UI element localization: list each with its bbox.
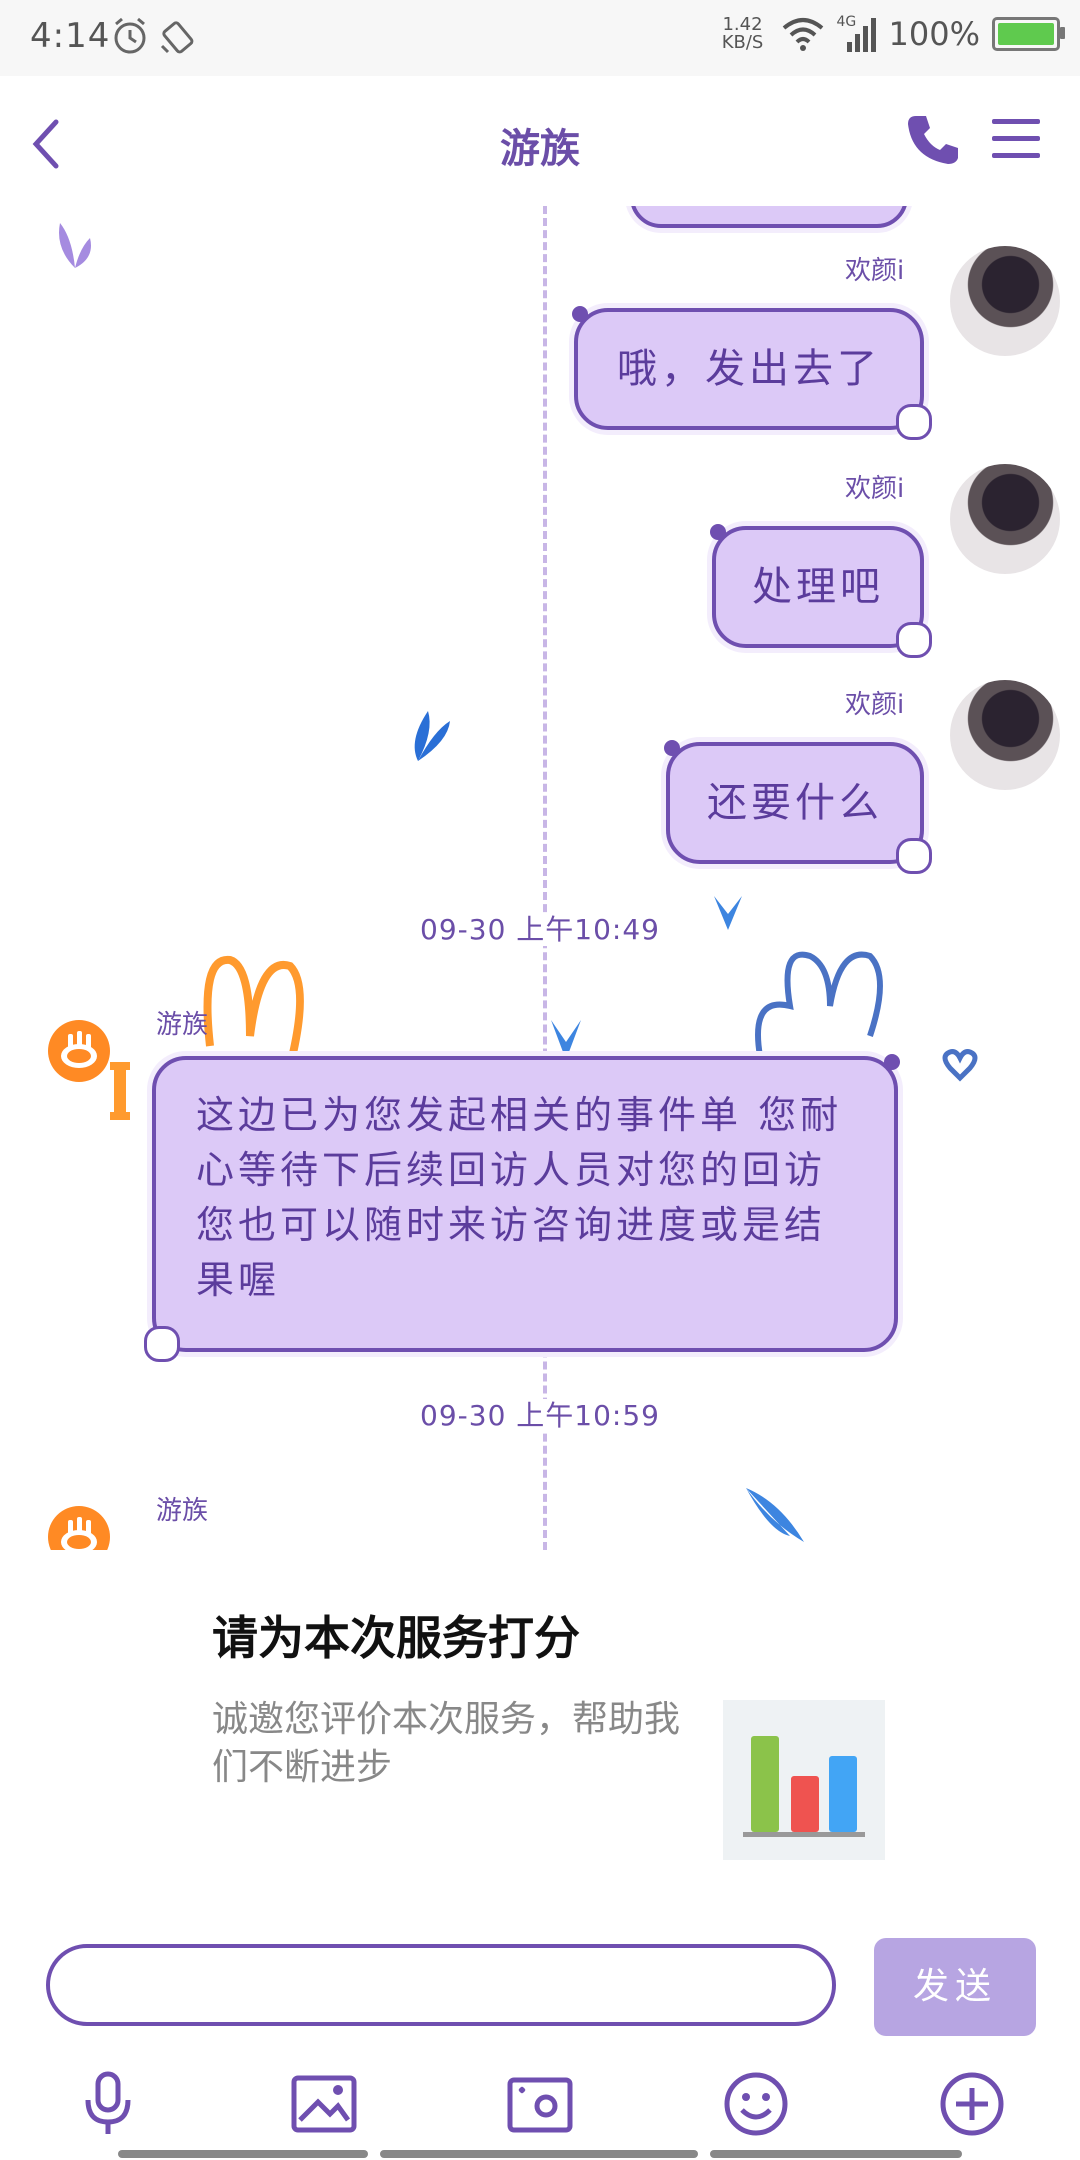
message-text: 哦，发出去了 [617,346,881,392]
net-speed: 1.42 KB/S [717,16,769,52]
wifi-icon [782,18,823,51]
timestamp: 09-30 上午10:49 [0,908,1080,948]
rating-card[interactable]: 请为本次服务打分 诚邀您评价本次服务，帮助我们不断进步 [0,1550,1080,1930]
emoji-icon[interactable] [722,2070,790,2138]
message-text: 还要什么 [707,780,883,826]
battery-icon [992,17,1065,51]
rating-title: 请为本次服务打分 [212,1611,580,1665]
status-time: 4:14 [30,16,111,56]
phone-icon[interactable] [904,110,962,168]
add-icon[interactable] [938,2070,1006,2138]
chat-area[interactable]: 欢颜i 哦，发出去了 欢颜i 处理吧 欢颜i 还要什么 09-30 上午10:4… [0,206,1080,1550]
alarm-icon [114,17,146,54]
bot-avatar[interactable] [48,1020,110,1082]
camera-icon[interactable] [506,2070,574,2138]
avatar[interactable] [950,464,1060,574]
butterfly-icon [746,1488,804,1542]
net-speed-unit: KB/S [721,32,764,53]
status-right: 1.42 KB/S 4G 100% [717,14,1065,54]
rating-description: 诚邀您评价本次服务，帮助我们不断进步 [212,1699,681,1788]
butterfly-icon [414,711,450,761]
message-bubble[interactable]: 哦，发出去了 [572,306,932,440]
rotate-icon [160,21,194,54]
butterfly-icon [59,223,91,268]
microphone-icon[interactable] [74,2070,142,2138]
sender-name: 欢颜i [845,474,905,504]
paw-icon [61,1517,97,1550]
menu-icon[interactable] [990,116,1042,162]
bar-chart-icon [723,1700,885,1860]
nav-indicator [710,2150,962,2158]
status-bar: 4:14 1.42 KB/S 4G 100% [0,0,1080,76]
message-input[interactable] [46,1944,836,2026]
image-icon[interactable] [290,2070,358,2138]
sender-name: 游族 [156,1010,209,1040]
timestamp-text: 09-30 上午10:59 [414,1399,666,1432]
input-bar: 发送 [0,1930,1080,2160]
message-bubble[interactable]: 还要什么 [664,740,932,874]
nav-bar: 游族 [0,76,1080,206]
toolbar [0,2070,1080,2150]
timestamp: 09-30 上午10:59 [0,1394,1080,1434]
avatar[interactable] [950,246,1060,356]
nav-indicator [118,2150,368,2158]
send-button[interactable]: 发送 [874,1938,1036,2036]
message-bubble[interactable]: 处理吧 [710,524,932,658]
message-bubble[interactable]: 这边已为您发起相关的事件单 您耐心等待下后续回访人员对您的回访 您也可以随时来访… [144,1054,900,1362]
paw-icon [61,1031,97,1068]
partial-bubble [630,206,908,228]
timestamp-text: 09-30 上午10:49 [414,913,666,946]
avatar[interactable] [950,680,1060,790]
battery-text: 100% [888,15,980,53]
bot-avatar[interactable] [48,1506,110,1550]
nav-indicator [380,2150,698,2158]
sender-name: 欢颜i [845,256,905,286]
sender-name: 欢颜i [845,690,905,720]
message-text: 处理吧 [752,564,884,610]
sender-name: 游族 [156,1496,209,1526]
message-text: 这边已为您发起相关的事件单 您耐心等待下后续回访人员对您的回访 您也可以随时来访… [196,1093,843,1302]
signal-icon: 4G [837,14,877,54]
